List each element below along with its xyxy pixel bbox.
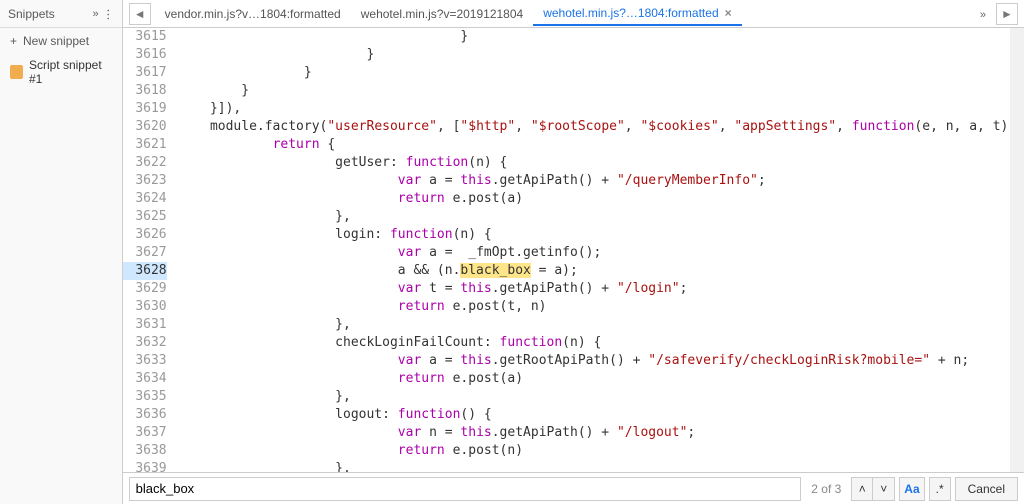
code-line[interactable]: return e.post(a) bbox=[179, 370, 1024, 388]
new-snippet-label: New snippet bbox=[23, 34, 89, 48]
regex-button[interactable]: .* bbox=[929, 477, 951, 501]
sidebar-header: Snippets » ⋯ bbox=[0, 0, 122, 28]
tab-label: wehotel.min.js?v=2019121804 bbox=[361, 7, 523, 21]
snippet-label: Script snippet #1 bbox=[29, 58, 112, 86]
chevron-down-icon: ˅ bbox=[880, 482, 887, 496]
line-number[interactable]: 3625 bbox=[123, 208, 167, 226]
search-next-button[interactable]: ˅ bbox=[873, 477, 895, 501]
line-number[interactable]: 3620 bbox=[123, 118, 167, 136]
editor-tab[interactable]: vendor.min.js?v…1804:formatted bbox=[155, 2, 351, 26]
search-input[interactable] bbox=[129, 477, 802, 501]
code-line[interactable]: } bbox=[179, 82, 1024, 100]
main-panel: ◄ vendor.min.js?v…1804:formatted wehotel.… bbox=[123, 0, 1024, 504]
line-number[interactable]: 3632 bbox=[123, 334, 167, 352]
code-line[interactable]: checkLoginFailCount: function(n) { bbox=[179, 334, 1024, 352]
line-number[interactable]: 3630 bbox=[123, 298, 167, 316]
close-icon[interactable]: × bbox=[725, 6, 732, 20]
line-gutter: 3615361636173618361936203621362236233624… bbox=[123, 28, 175, 472]
line-number[interactable]: 3634 bbox=[123, 370, 167, 388]
line-number[interactable]: 3623 bbox=[123, 172, 167, 190]
code-line[interactable]: }, bbox=[179, 460, 1024, 472]
line-number[interactable]: 3639 bbox=[123, 460, 167, 472]
line-number[interactable]: 3633 bbox=[123, 352, 167, 370]
code-line[interactable]: return e.post(a) bbox=[179, 190, 1024, 208]
vertical-scrollbar[interactable] bbox=[1010, 28, 1024, 472]
code-line[interactable]: return e.post(n) bbox=[179, 442, 1024, 460]
line-number[interactable]: 3615 bbox=[123, 28, 167, 46]
tab-label: vendor.min.js?v…1804:formatted bbox=[165, 7, 341, 21]
sidebar-title: Snippets bbox=[8, 7, 55, 21]
chevrons-right-icon: » bbox=[980, 9, 984, 21]
line-number[interactable]: 3626 bbox=[123, 226, 167, 244]
code-line[interactable]: getUser: function(n) { bbox=[179, 154, 1024, 172]
code-line[interactable]: }, bbox=[179, 388, 1024, 406]
search-prev-button[interactable]: ˄ bbox=[851, 477, 873, 501]
match-case-button[interactable]: Aa bbox=[899, 477, 924, 501]
code-line[interactable]: }, bbox=[179, 316, 1024, 334]
line-number[interactable]: 3628 bbox=[123, 262, 167, 280]
line-number[interactable]: 3622 bbox=[123, 154, 167, 172]
line-number[interactable]: 3635 bbox=[123, 388, 167, 406]
code-line[interactable]: a && (n.black_box = a); bbox=[179, 262, 1024, 280]
snippet-item[interactable]: Script snippet #1 bbox=[0, 54, 122, 90]
line-number[interactable]: 3631 bbox=[123, 316, 167, 334]
line-number[interactable]: 3627 bbox=[123, 244, 167, 262]
plus-icon: + bbox=[10, 34, 17, 48]
line-number[interactable]: 3638 bbox=[123, 442, 167, 460]
code-line[interactable]: module.factory("userResource", ["$http",… bbox=[179, 118, 1024, 136]
kebab-icon[interactable]: ⋯ bbox=[101, 8, 115, 19]
sidebar: Snippets » ⋯ + New snippet Script snippe… bbox=[0, 0, 123, 504]
code-line[interactable]: login: function(n) { bbox=[179, 226, 1024, 244]
editor-tab[interactable]: wehotel.min.js?v=2019121804 bbox=[351, 2, 533, 26]
line-number[interactable]: 3624 bbox=[123, 190, 167, 208]
expand-icon[interactable]: » bbox=[93, 8, 97, 20]
line-number[interactable]: 3616 bbox=[123, 46, 167, 64]
code-content[interactable]: } } } } }]), module.factory("userResourc… bbox=[175, 28, 1024, 472]
line-number[interactable]: 3629 bbox=[123, 280, 167, 298]
new-snippet-button[interactable]: + New snippet bbox=[0, 28, 122, 54]
chevron-up-icon: ˄ bbox=[859, 482, 866, 496]
line-number[interactable]: 3637 bbox=[123, 424, 167, 442]
code-line[interactable]: } bbox=[179, 64, 1024, 82]
cancel-button[interactable]: Cancel bbox=[955, 477, 1018, 501]
triangle-right-icon: ► bbox=[1001, 7, 1013, 21]
line-number[interactable]: 3619 bbox=[123, 100, 167, 118]
code-line[interactable]: logout: function() { bbox=[179, 406, 1024, 424]
code-line[interactable]: var t = this.getApiPath() + "/login"; bbox=[179, 280, 1024, 298]
tab-label: wehotel.min.js?…1804:formatted bbox=[543, 6, 718, 20]
code-line[interactable]: } bbox=[179, 46, 1024, 64]
triangle-left-icon: ◄ bbox=[134, 7, 146, 21]
search-count: 2 of 3 bbox=[805, 482, 847, 496]
code-line[interactable]: var a = this.getRootApiPath() + "/safeve… bbox=[179, 352, 1024, 370]
line-number[interactable]: 3621 bbox=[123, 136, 167, 154]
editor-tab[interactable]: wehotel.min.js?…1804:formatted × bbox=[533, 2, 741, 26]
code-line[interactable]: var n = this.getApiPath() + "/logout"; bbox=[179, 424, 1024, 442]
code-line[interactable]: return e.post(t, n) bbox=[179, 298, 1024, 316]
code-line[interactable]: return { bbox=[179, 136, 1024, 154]
snippet-icon bbox=[10, 65, 23, 79]
code-line[interactable]: var a = this.getApiPath() + "/queryMembe… bbox=[179, 172, 1024, 190]
tab-next-button[interactable]: ► bbox=[996, 3, 1018, 25]
code-line[interactable]: }, bbox=[179, 208, 1024, 226]
tabs-bar: ◄ vendor.min.js?v…1804:formatted wehotel.… bbox=[123, 0, 1024, 28]
code-line[interactable]: }]), bbox=[179, 100, 1024, 118]
line-number[interactable]: 3617 bbox=[123, 64, 167, 82]
search-bar: 2 of 3 ˄ ˅ Aa .* Cancel bbox=[123, 472, 1024, 504]
line-number[interactable]: 3636 bbox=[123, 406, 167, 424]
more-tabs-button[interactable]: » bbox=[972, 7, 992, 21]
code-line[interactable]: var a = _fmOpt.getinfo(); bbox=[179, 244, 1024, 262]
tab-prev-button[interactable]: ◄ bbox=[129, 3, 151, 25]
code-area[interactable]: 3615361636173618361936203621362236233624… bbox=[123, 28, 1024, 472]
line-number[interactable]: 3618 bbox=[123, 82, 167, 100]
code-line[interactable]: } bbox=[179, 28, 1024, 46]
